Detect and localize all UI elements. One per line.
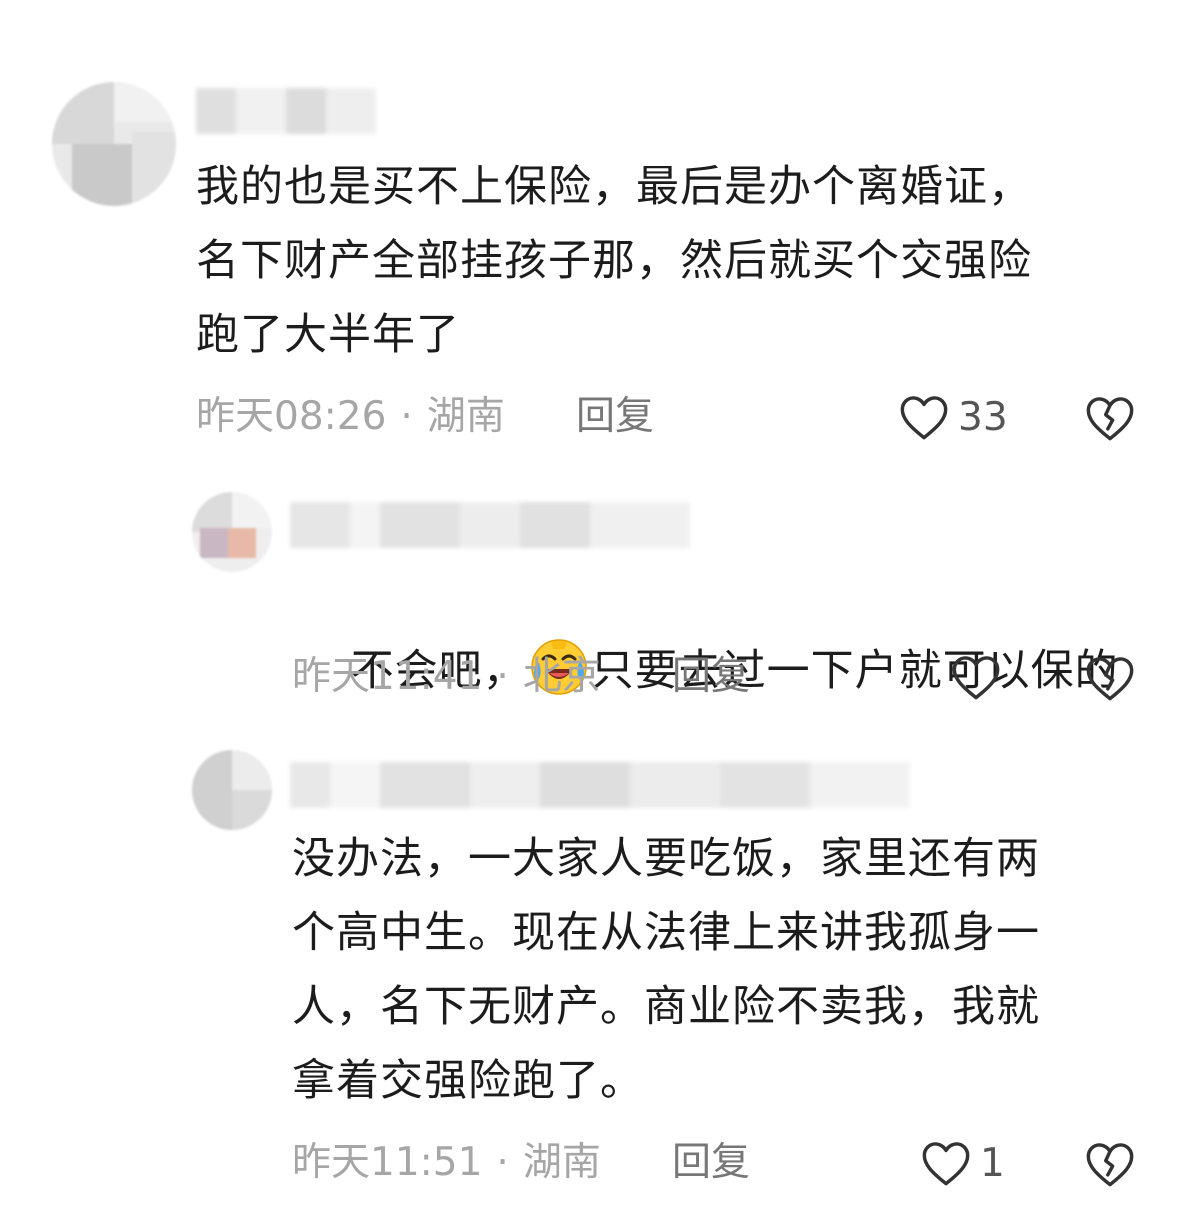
- comment-location: 湖南: [522, 1140, 601, 1185]
- heart-outline-icon: [922, 1142, 970, 1186]
- broken-heart-icon[interactable]: [1084, 394, 1136, 442]
- broken-heart-icon[interactable]: [1084, 1140, 1136, 1188]
- comment-2: 不会吧， 只要去过一下户就可以保的 昨天11:41 · 北京 回复: [0, 470, 1200, 720]
- comment-text: 没办法，一大家人要吃饭，家里还有两 个高中生。现在从法律上来讲我孤身一 人，名下…: [292, 834, 1040, 1106]
- comment-3: 没办法，一大家人要吃饭，家里还有两 个高中生。现在从法律上来讲我孤身一 人，名下…: [0, 732, 1200, 1202]
- meta-separator: ·: [496, 654, 509, 699]
- like-button[interactable]: [950, 652, 1010, 702]
- like-count: 1: [980, 1140, 1005, 1186]
- comment-meta: 昨天08:26 · 湖南: [196, 392, 505, 442]
- comment-meta: 昨天11:51 · 湖南: [292, 1138, 601, 1188]
- heart-outline-icon: [952, 656, 1000, 700]
- meta-separator: ·: [496, 1140, 509, 1185]
- reply-button[interactable]: 回复: [672, 652, 750, 702]
- like-button[interactable]: 33: [898, 392, 1008, 442]
- comment-text-after: 只要去过一下户就可以保的: [590, 646, 1119, 696]
- comment-1: 我的也是买不上保险，最后是办个离婚证， 名下财产全部挂孩子那，然后就买个交强险 …: [0, 0, 1200, 460]
- avatar[interactable]: [192, 492, 272, 572]
- avatar[interactable]: [192, 750, 272, 830]
- comment-location: 北京: [522, 654, 601, 699]
- heart-outline-icon: [900, 396, 948, 440]
- like-button[interactable]: 1: [920, 1138, 1005, 1188]
- comment-time: 昨天08:26: [196, 394, 387, 439]
- avatar[interactable]: [52, 82, 176, 206]
- comment-location: 湖南: [426, 394, 505, 439]
- comment-meta: 昨天11:41 · 北京: [292, 652, 601, 702]
- meta-separator: ·: [400, 394, 413, 439]
- comment-time: 昨天11:41: [292, 654, 483, 699]
- username-masked[interactable]: [290, 762, 910, 808]
- like-count: 33: [958, 394, 1008, 440]
- username-masked[interactable]: [196, 88, 376, 134]
- username-masked[interactable]: [290, 502, 690, 548]
- broken-heart-icon[interactable]: [1084, 654, 1136, 702]
- reply-button[interactable]: 回复: [576, 392, 654, 442]
- reply-button[interactable]: 回复: [672, 1138, 750, 1188]
- comment-text: 我的也是买不上保险，最后是办个离婚证， 名下财产全部挂孩子那，然后就买个交强险 …: [196, 162, 1032, 360]
- comment-time: 昨天11:51: [292, 1140, 483, 1185]
